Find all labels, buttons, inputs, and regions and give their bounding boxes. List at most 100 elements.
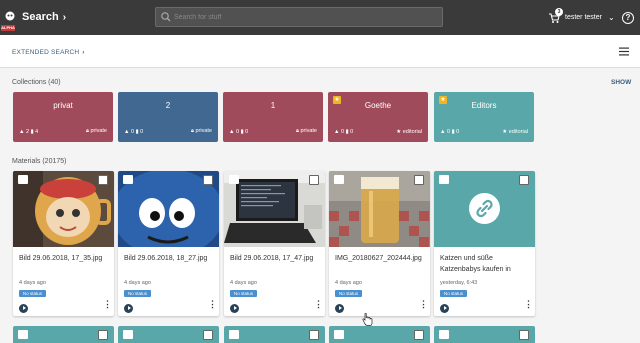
collection-scope: 🔒︎ private [86, 128, 107, 134]
collection-scope: ★ editorial [502, 129, 528, 135]
collection-name: 1 [270, 101, 276, 110]
file-icon: ▮ [135, 129, 139, 135]
hand-cursor-icon [362, 313, 373, 326]
show-collections-link[interactable]: SHOW [611, 79, 631, 86]
list-view-icon[interactable] [619, 47, 629, 56]
extended-search-label: EXTENDED SEARCH [12, 49, 80, 56]
material-date: 4 days ago [230, 280, 257, 286]
file-icon: ▮ [451, 129, 455, 135]
sub-bar: EXTENDED SEARCH › [0, 35, 640, 68]
collection-card[interactable]: privat ▲ 2 ▮ 4 🔒︎ private [13, 92, 113, 142]
status-badge: No status [124, 290, 152, 297]
material-title[interactable]: Bild 29.06.2018, 17_35.jpg [19, 253, 109, 264]
collection-card[interactable]: ★ Goethe ▲ 0 ▮ 0 ★ editorial [328, 92, 428, 142]
material-card[interactable]: IMG_20180627_202444.jpg 4 days ago No st… [329, 171, 430, 316]
image-icon [334, 175, 344, 184]
material-card-partial[interactable] [434, 326, 535, 343]
collection-counts: ▲ 0 ▮ 0 [334, 129, 354, 135]
select-checkbox[interactable] [309, 175, 319, 185]
more-options-icon[interactable]: ⋮ [524, 300, 533, 309]
material-card-partial[interactable] [13, 326, 114, 343]
material-card-partial[interactable] [224, 326, 325, 343]
more-options-icon[interactable]: ⋮ [103, 300, 112, 309]
page-title[interactable]: Search › [22, 11, 66, 23]
material-card-partial[interactable] [329, 326, 430, 343]
collection-scope: ★ editorial [396, 129, 422, 135]
material-title[interactable]: Bild 29.06.2018, 18_27.jpg [124, 253, 214, 264]
status-badge: No status [440, 290, 468, 297]
select-checkbox[interactable] [519, 175, 529, 185]
play-icon[interactable] [440, 304, 449, 313]
material-card[interactable]: Bild 29.06.2018, 17_35.jpg 4 days ago No… [13, 171, 114, 316]
select-checkbox[interactable] [203, 175, 213, 185]
link-badge [469, 193, 500, 224]
lock-icon: 🔒︎ [86, 128, 89, 134]
play-icon[interactable] [19, 304, 28, 313]
search-box[interactable] [155, 7, 443, 27]
collection-card[interactable]: 2 ▲ 0 ▮ 0 🔒︎ private [118, 92, 218, 142]
image-icon [123, 175, 133, 184]
cart-count-badge: 3 [555, 8, 563, 16]
collection-icon: ▲ [124, 129, 130, 135]
collection-name: Goethe [364, 101, 392, 110]
collection-card[interactable]: ★ Editors ▲ 0 ▮ 0 ★ editorial [434, 92, 534, 142]
chevron-down-icon[interactable]: ⌄ [608, 13, 615, 22]
status-badge: No status [19, 290, 47, 297]
material-card[interactable]: Bild 29.06.2018, 18_27.jpg 4 days ago No… [118, 171, 219, 316]
search-input[interactable] [174, 10, 434, 24]
file-icon: ▮ [240, 129, 244, 135]
page-title-label: Search [22, 11, 59, 23]
more-options-icon[interactable]: ⋮ [208, 300, 217, 309]
link-type-icon [439, 330, 449, 339]
link-type-icon [123, 330, 133, 339]
image-icon [229, 175, 239, 184]
collection-counts: ▲ 0 ▮ 0 [229, 129, 249, 135]
select-checkbox[interactable] [309, 330, 319, 340]
user-menu[interactable]: tester tester [565, 14, 602, 21]
collection-scope: 🔒︎ private [191, 128, 212, 134]
collection-counts: ▲ 0 ▮ 0 [124, 129, 144, 135]
select-checkbox[interactable] [98, 175, 108, 185]
collections-heading: Collections (40) [12, 79, 61, 86]
file-icon: ▮ [345, 129, 349, 135]
top-bar: ALPHA Search› 3 tester tester ⌄ ? [0, 0, 640, 35]
material-date: 4 days ago [335, 280, 362, 286]
collection-icon: ▲ [440, 129, 446, 135]
collection-name: privat [53, 101, 73, 110]
select-checkbox[interactable] [203, 330, 213, 340]
material-card[interactable]: Katzen und süße Katzenbabys kaufen in ye… [434, 171, 535, 316]
search-icon [161, 12, 171, 22]
alpha-badge: ALPHA [1, 25, 15, 31]
select-checkbox[interactable] [414, 175, 424, 185]
status-badge: No status [230, 290, 258, 297]
file-icon: ▮ [30, 129, 34, 135]
play-icon[interactable] [124, 304, 133, 313]
chevron-right-icon: › [62, 12, 67, 23]
link-type-icon [439, 175, 449, 184]
material-date: 4 days ago [124, 280, 151, 286]
play-icon[interactable] [335, 304, 344, 313]
extended-search-link[interactable]: EXTENDED SEARCH › [12, 49, 85, 56]
collection-icon: ▲ [229, 129, 235, 135]
collection-counts: ▲ 2 ▮ 4 [19, 129, 39, 135]
help-icon[interactable]: ? [622, 12, 634, 24]
more-options-icon[interactable]: ⋮ [419, 300, 428, 309]
material-card[interactable]: Bild 29.06.2018, 17_47.jpg 4 days ago No… [224, 171, 325, 316]
select-checkbox[interactable] [519, 330, 529, 340]
material-title[interactable]: Katzen und süße Katzenbabys kaufen in [440, 253, 530, 275]
material-card-partial[interactable] [118, 326, 219, 343]
status-badge: No status [335, 290, 363, 297]
more-options-icon[interactable]: ⋮ [314, 300, 323, 309]
play-icon[interactable] [230, 304, 239, 313]
collection-counts: ▲ 0 ▮ 0 [440, 129, 460, 135]
collection-card[interactable]: 1 ▲ 0 ▮ 0 🔒︎ private [223, 92, 323, 142]
material-date: yesterday, 6:43 [440, 280, 478, 286]
app-logo-icon[interactable] [3, 11, 17, 25]
star-small-icon: ★ [502, 129, 508, 135]
select-checkbox[interactable] [414, 330, 424, 340]
link-icon [476, 199, 493, 218]
material-title[interactable]: IMG_20180627_202444.jpg [335, 253, 425, 264]
collection-icon: ▲ [19, 129, 25, 135]
select-checkbox[interactable] [98, 330, 108, 340]
material-title[interactable]: Bild 29.06.2018, 17_47.jpg [230, 253, 320, 264]
